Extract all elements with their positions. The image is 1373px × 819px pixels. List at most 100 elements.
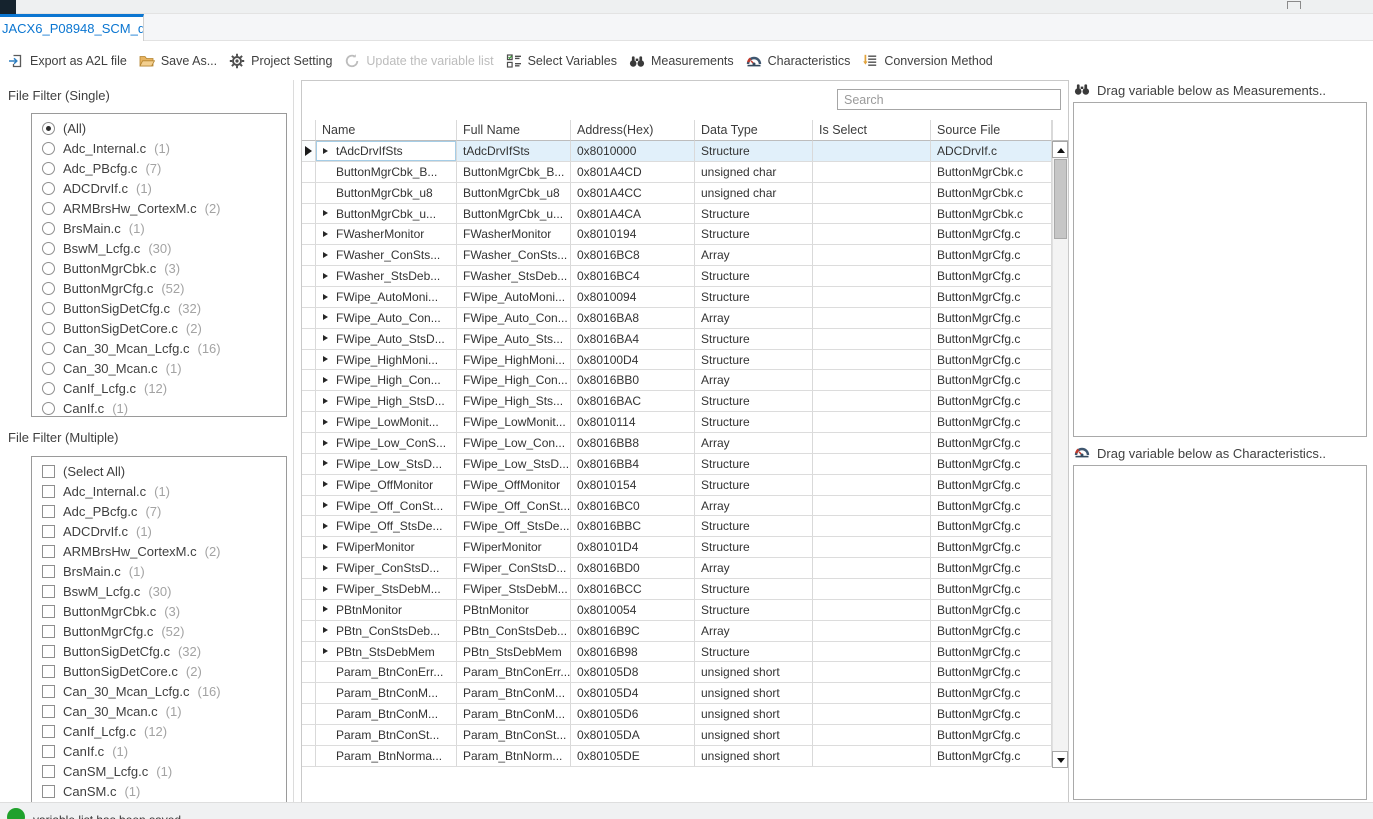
cell-is-select[interactable] (813, 704, 931, 725)
table-row[interactable]: ButtonMgrCbk_u8ButtonMgrCbk_u80x801A4CCu… (302, 183, 1052, 204)
table-row[interactable]: FWiper_ConStsD...FWiper_ConStsD...0x8016… (302, 558, 1052, 579)
cell-name[interactable]: FWipe_OffMonitor (316, 475, 457, 496)
measurements-button[interactable]: Measurements (629, 53, 734, 69)
cell-address[interactable]: 0x8010094 (571, 287, 695, 308)
cell-is-select[interactable] (813, 162, 931, 183)
cell-address[interactable]: 0x8016BC8 (571, 245, 695, 266)
cell-full-name[interactable]: FWipe_HighMoni... (457, 350, 571, 371)
cell-data-type[interactable]: Structure (695, 642, 813, 663)
cell-is-select[interactable] (813, 683, 931, 704)
cell-source-file[interactable]: ButtonMgrCfg.c (931, 579, 1052, 600)
export-a2l-button[interactable]: Export as A2L file (8, 53, 127, 69)
row-header-cell[interactable] (302, 287, 316, 308)
checkbox-icon[interactable] (42, 645, 55, 658)
cell-name[interactable]: FWiper_StsDebM... (316, 579, 457, 600)
expand-arrow-icon[interactable] (323, 231, 328, 237)
cell-data-type[interactable]: unsigned short (695, 662, 813, 683)
cell-address[interactable]: 0x8016BA8 (571, 308, 695, 329)
cell-data-type[interactable]: Array (695, 558, 813, 579)
radio-icon[interactable] (42, 402, 55, 415)
filter-multiple-item[interactable]: BswM_Lcfg.c(30) (32, 581, 286, 601)
row-header-cell[interactable] (302, 266, 316, 287)
expand-arrow-icon[interactable] (323, 398, 328, 404)
cell-address[interactable]: 0x8010154 (571, 475, 695, 496)
cell-address[interactable]: 0x8016BA4 (571, 329, 695, 350)
cell-name[interactable]: FWipe_Off_ConSt... (316, 496, 457, 517)
cell-full-name[interactable]: FWipe_LowMonit... (457, 412, 571, 433)
cell-address[interactable]: 0x8016BCC (571, 579, 695, 600)
filter-multiple-item[interactable]: ADCDrvIf.c(1) (32, 521, 286, 541)
cell-data-type[interactable]: unsigned short (695, 725, 813, 746)
col-header-address[interactable]: Address(Hex) (571, 120, 695, 141)
cell-source-file[interactable]: ButtonMgrCfg.c (931, 266, 1052, 287)
row-header-cell[interactable] (302, 662, 316, 683)
cell-address[interactable]: 0x8016BD0 (571, 558, 695, 579)
table-row[interactable]: FWipe_Off_ConSt...FWipe_Off_ConSt...0x80… (302, 496, 1052, 517)
cell-address[interactable]: 0x801A4CC (571, 183, 695, 204)
cell-is-select[interactable] (813, 558, 931, 579)
cell-source-file[interactable]: ButtonMgrCfg.c (931, 496, 1052, 517)
cell-is-select[interactable] (813, 621, 931, 642)
row-header-cell[interactable] (302, 496, 316, 517)
cell-full-name[interactable]: FWipe_Low_Con... (457, 433, 571, 454)
cell-address[interactable]: 0x801A4CA (571, 204, 695, 225)
cell-address[interactable]: 0x8016B9C (571, 621, 695, 642)
filter-multiple-item[interactable]: CanIf_Lcfg.c(12) (32, 721, 286, 741)
cell-full-name[interactable]: FWipe_AutoMoni... (457, 287, 571, 308)
cell-name[interactable]: FWipe_Low_ConS... (316, 433, 457, 454)
radio-icon[interactable] (42, 362, 55, 375)
checkbox-icon[interactable] (42, 505, 55, 518)
cell-name[interactable]: ButtonMgrCbk_u8 (316, 183, 457, 204)
row-header-cell[interactable] (302, 725, 316, 746)
cell-full-name[interactable]: FWipe_High_Con... (457, 370, 571, 391)
checkbox-icon[interactable] (42, 545, 55, 558)
cell-full-name[interactable]: Param_BtnConM... (457, 704, 571, 725)
table-row[interactable]: PBtn_StsDebMemPBtn_StsDebMem0x8016B98Str… (302, 642, 1052, 663)
scrollbar-thumb[interactable] (1054, 159, 1067, 239)
checkbox-icon[interactable] (42, 725, 55, 738)
radio-icon[interactable] (42, 242, 55, 255)
expand-arrow-icon[interactable] (323, 356, 328, 362)
cell-data-type[interactable]: unsigned short (695, 746, 813, 767)
cell-name[interactable]: FWipe_High_Con... (316, 370, 457, 391)
cell-source-file[interactable]: ButtonMgrCfg.c (931, 642, 1052, 663)
cell-name[interactable]: FWiper_ConStsD... (316, 558, 457, 579)
row-header-cell[interactable] (302, 475, 316, 496)
cell-address[interactable]: 0x8016B98 (571, 642, 695, 663)
cell-address[interactable]: 0x8010114 (571, 412, 695, 433)
scrollbar-track[interactable] (1052, 158, 1068, 751)
cell-is-select[interactable] (813, 475, 931, 496)
cell-is-select[interactable] (813, 433, 931, 454)
cell-source-file[interactable]: ButtonMgrCfg.c (931, 516, 1052, 537)
cell-address[interactable]: 0x80105D4 (571, 683, 695, 704)
expand-arrow-icon[interactable] (323, 440, 328, 446)
cell-data-type[interactable]: Structure (695, 579, 813, 600)
row-header-cell[interactable] (302, 329, 316, 350)
table-row[interactable]: ButtonMgrCbk_u...ButtonMgrCbk_u...0x801A… (302, 204, 1052, 225)
cell-is-select[interactable] (813, 412, 931, 433)
cell-data-type[interactable]: unsigned short (695, 683, 813, 704)
expand-arrow-icon[interactable] (323, 648, 328, 654)
row-header-cell[interactable] (302, 370, 316, 391)
cell-full-name[interactable]: FWipe_Off_StsDe... (457, 516, 571, 537)
row-header-cell[interactable] (302, 391, 316, 412)
cell-data-type[interactable]: Structure (695, 412, 813, 433)
cell-is-select[interactable] (813, 245, 931, 266)
row-header-cell[interactable] (302, 746, 316, 767)
row-header-cell[interactable] (302, 412, 316, 433)
filter-single-item[interactable]: CanIf.c(1) (32, 398, 286, 417)
radio-icon[interactable] (42, 202, 55, 215)
cell-data-type[interactable]: Structure (695, 329, 813, 350)
cell-name[interactable]: PBtn_ConStsDeb... (316, 621, 457, 642)
checkbox-icon[interactable] (42, 665, 55, 678)
radio-icon[interactable] (42, 222, 55, 235)
cell-data-type[interactable]: Structure (695, 266, 813, 287)
cell-data-type[interactable]: Array (695, 621, 813, 642)
expand-arrow-icon[interactable] (323, 606, 328, 612)
cell-address[interactable]: 0x8010000 (571, 141, 695, 162)
row-header-cell[interactable] (302, 642, 316, 663)
radio-icon[interactable] (42, 182, 55, 195)
table-row[interactable]: FWasher_ConSts...FWasher_ConSts...0x8016… (302, 245, 1052, 266)
radio-icon[interactable] (42, 262, 55, 275)
radio-icon[interactable] (42, 142, 55, 155)
